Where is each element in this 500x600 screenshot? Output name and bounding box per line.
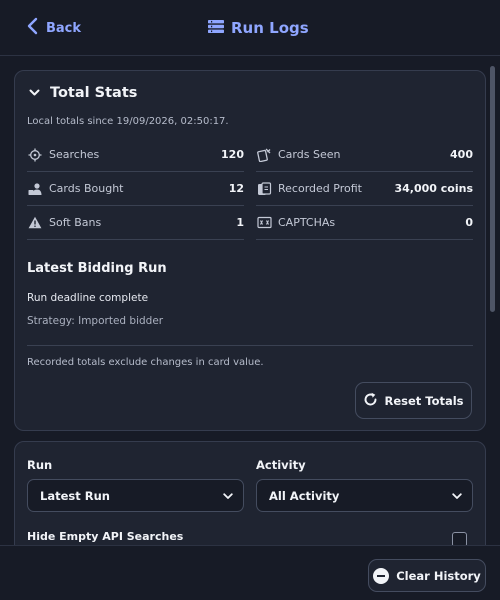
latest-run-heading: Latest Bidding Run	[27, 261, 167, 276]
footer: Clear History	[0, 545, 500, 600]
stat-searches: Searches 120	[27, 138, 244, 172]
total-stats-card: Total Stats Local totals since 19/09/202…	[14, 70, 486, 431]
list-icon	[208, 19, 224, 37]
reset-totals-button[interactable]: Reset Totals	[355, 382, 472, 419]
chevron-left-icon	[26, 17, 38, 39]
crosshair-icon	[27, 147, 43, 163]
stat-cards-bought: Cards Bought 12	[27, 172, 244, 206]
since-note: Local totals since 19/09/2026, 02:50:17.	[27, 116, 229, 127]
captcha-icon	[256, 215, 272, 231]
clear-history-button[interactable]: Clear History	[368, 559, 486, 592]
reset-totals-label: Reset Totals	[384, 393, 464, 408]
activity-select-value: All Activity	[269, 488, 340, 503]
divider	[27, 345, 473, 346]
stat-recorded-profit: Recorded Profit 34,000 coins	[256, 172, 473, 206]
total-stats-heading: Total Stats	[50, 85, 138, 101]
stat-soft-bans: Soft Bans 1	[27, 206, 244, 240]
clear-history-label: Clear History	[396, 568, 481, 583]
back-label: Back	[46, 20, 82, 36]
run-select[interactable]: Latest Run	[27, 479, 244, 512]
warning-icon	[27, 215, 43, 231]
header: Back Run Logs	[0, 0, 500, 56]
run-status: Run deadline complete	[27, 292, 149, 304]
scrollbar-thumb[interactable]	[490, 66, 495, 312]
run-select-value: Latest Run	[40, 488, 110, 503]
chevron-down-icon	[223, 489, 233, 503]
filters-card: Run Latest Run Activity All Activity Hid…	[14, 441, 486, 545]
totals-footnote: Recorded totals exclude changes in card …	[27, 357, 264, 368]
coins-icon	[256, 181, 272, 197]
stat-captchas: CAPTCHAs 0	[256, 206, 473, 240]
total-stats-toggle[interactable]: Total Stats	[29, 85, 137, 101]
chevron-down-icon	[29, 85, 40, 101]
chevron-down-icon	[452, 489, 462, 503]
user-card-icon	[27, 181, 43, 197]
back-button[interactable]: Back	[26, 17, 81, 39]
activity-select[interactable]: All Activity	[256, 479, 473, 512]
strategy-text: Strategy: Imported bidder	[27, 315, 164, 327]
hide-empty-checkbox[interactable]	[452, 532, 467, 545]
minus-circle-icon	[373, 567, 390, 584]
page-title-text: Run Logs	[231, 19, 309, 37]
refresh-icon	[363, 392, 378, 410]
activity-label: Activity	[256, 458, 306, 472]
hide-empty-label: Hide Empty API Searches	[27, 530, 184, 543]
page-title: Run Logs	[208, 16, 309, 40]
stat-cards-seen: Cards Seen 400	[256, 138, 473, 172]
run-label: Run	[27, 458, 53, 472]
scroll-content[interactable]: Total Stats Local totals since 19/09/202…	[0, 57, 500, 545]
card-eye-icon	[256, 147, 272, 163]
